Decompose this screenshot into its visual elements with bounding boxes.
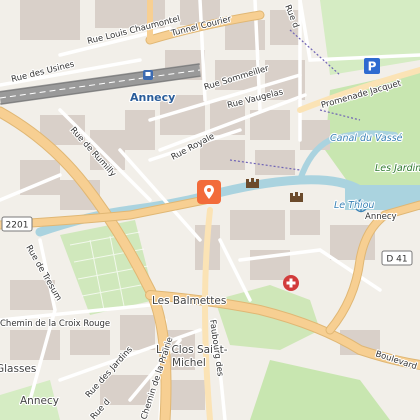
svg-text:2201: 2201 — [6, 221, 29, 231]
label-croix-rouge: Chemin de la Croix Rouge — [0, 319, 110, 329]
svg-text:P: P — [368, 60, 377, 74]
label-thiou: Le Thiou — [334, 200, 374, 211]
label-station: Annecy — [130, 91, 175, 104]
train-station-icon — [143, 70, 153, 80]
road-shield-d41: D 41 — [381, 250, 413, 266]
svg-text:D 41: D 41 — [386, 255, 407, 265]
label-canal: Canal du Vassé — [330, 133, 403, 144]
road-shield-2201: 2201 — [1, 216, 33, 232]
map-canvas: P 2201 D 41 Tunnel Courier Rue Louis Cha… — [0, 0, 420, 420]
castle-icon — [290, 192, 303, 202]
label-annecy-bottom: Annecy — [20, 395, 59, 407]
map-view[interactable]: P 2201 D 41 Tunnel Courier Rue Louis Cha… — [0, 0, 420, 420]
label-clos-2: Michel — [172, 357, 206, 369]
label-jardins: Les Jardins de l'Europe — [375, 163, 420, 174]
hospital-icon[interactable] — [283, 275, 299, 291]
castle-icon — [246, 178, 259, 188]
label-balmettes: Les Balmettes — [152, 295, 226, 307]
label-glasses: Glasses — [0, 363, 36, 375]
label-annecy-small: Annecy — [365, 212, 397, 222]
parking-icon[interactable]: P — [364, 58, 380, 74]
location-pin-icon[interactable] — [197, 180, 221, 204]
